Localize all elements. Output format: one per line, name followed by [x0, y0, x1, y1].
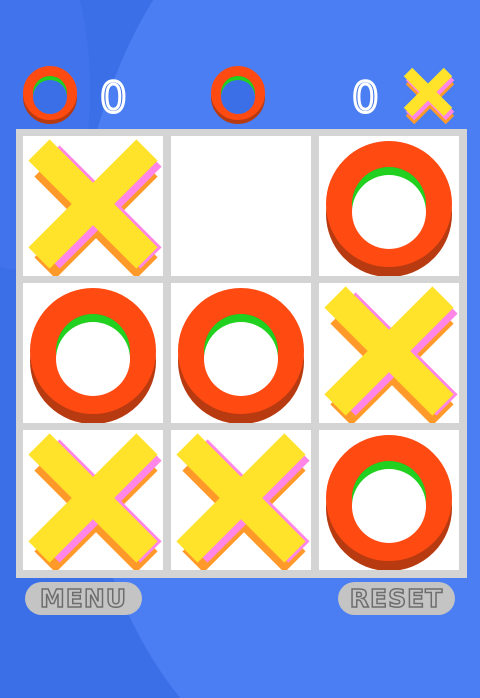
o-score-text: 0	[99, 73, 129, 122]
x-score-text: 0	[351, 73, 381, 122]
board-cell-3-1[interactable]	[23, 430, 163, 570]
player-o-icon	[22, 66, 78, 130]
player-x-icon	[402, 66, 458, 128]
x-mark-icon	[23, 136, 163, 276]
o-mark-icon	[319, 430, 459, 570]
scoreboard: 0 0	[0, 60, 480, 130]
board-cell-1-1[interactable]	[23, 136, 163, 276]
reset-button-label: RESET	[349, 583, 444, 614]
menu-button-label: MENU	[39, 583, 128, 614]
turn-indicator-o-icon	[210, 66, 266, 130]
x-mark-icon	[319, 283, 459, 423]
x-mark-icon	[23, 430, 163, 570]
o-mark-icon	[171, 283, 311, 423]
o-mark-icon	[23, 283, 163, 423]
board-cell-2-1[interactable]	[23, 283, 163, 423]
board-cell-3-3[interactable]	[319, 430, 459, 570]
board-cell-1-2[interactable]	[171, 136, 311, 276]
board-cell-1-3[interactable]	[319, 136, 459, 276]
game-board	[16, 129, 467, 578]
reset-button[interactable]: RESET	[338, 582, 455, 615]
board-cell-2-2[interactable]	[171, 283, 311, 423]
x-mark-icon	[171, 430, 311, 570]
menu-button[interactable]: MENU	[25, 582, 142, 615]
board-cell-3-2[interactable]	[171, 430, 311, 570]
board-cell-2-3[interactable]	[319, 283, 459, 423]
o-mark-icon	[319, 136, 459, 276]
